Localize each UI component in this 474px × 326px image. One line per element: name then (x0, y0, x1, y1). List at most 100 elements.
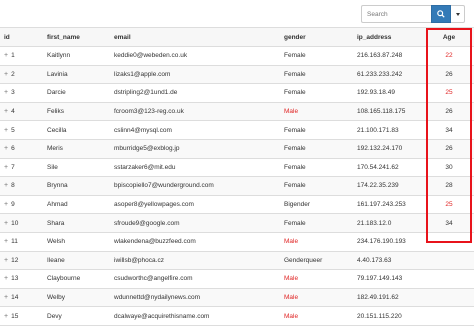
plus-icon[interactable]: + (4, 52, 8, 59)
row-id: 13 (11, 275, 19, 283)
cell-id: +5 (4, 121, 15, 139)
cell-gender: Male (284, 294, 299, 302)
column-header-first-name[interactable]: first_name (47, 28, 80, 46)
table-row[interactable]: +11 Welsh wlakendena@buzzfeed.com Male 234.1… (0, 233, 474, 252)
row-id: 5 (11, 126, 15, 134)
cell-id: +13 (4, 270, 18, 288)
cell-ip-address: 4.40.173.63 (357, 256, 392, 264)
plus-icon[interactable]: + (4, 89, 8, 96)
column-header-ip-address[interactable]: ip_address (357, 28, 391, 46)
search-icon (437, 10, 445, 18)
search-input[interactable] (361, 5, 431, 23)
cell-first-name: Sile (47, 163, 58, 171)
cell-ip-address: 234.176.190.193 (357, 238, 406, 246)
row-id: 7 (11, 163, 15, 171)
plus-icon[interactable]: + (4, 127, 8, 134)
cell-id: +1 (4, 47, 15, 65)
cell-ip-address: 79.197.149.143 (357, 275, 403, 283)
row-id: 8 (11, 182, 15, 190)
cell-email: cslinn4@mysql.com (114, 126, 172, 134)
plus-icon[interactable]: + (4, 275, 8, 282)
cell-gender: Male (284, 275, 299, 283)
column-header-email[interactable]: email (114, 28, 131, 46)
cell-id: +2 (4, 66, 15, 84)
cell-age (430, 252, 468, 270)
cell-ip-address: 61.233.233.242 (357, 70, 403, 78)
cell-email: asoper8@yellowpages.com (114, 201, 194, 209)
cell-email: wdunnettd@nydailynews.com (114, 294, 201, 302)
caret-down-icon (455, 12, 460, 16)
cell-age: 30 (445, 163, 453, 171)
column-header-id[interactable]: id (4, 28, 10, 46)
cell-age: 25 (445, 89, 453, 97)
table-row[interactable]: +8 Brynna bpiscopiello7@wunderground.com Fe… (0, 177, 474, 196)
plus-icon[interactable]: + (4, 294, 8, 301)
cell-age: 28 (445, 182, 453, 190)
cell-id: +12 (4, 252, 18, 270)
row-id: 15 (11, 312, 19, 320)
cell-first-name: Lavinia (47, 70, 68, 78)
row-id: 4 (11, 108, 15, 116)
cell-ip-address: 174.22.35.239 (357, 182, 399, 190)
cell-gender: Female (284, 163, 306, 171)
cell-first-name: Meris (47, 145, 63, 153)
cell-id: +10 (4, 214, 18, 232)
table-row[interactable]: +9 Ahmad asoper8@yellowpages.com Bigender 16… (0, 196, 474, 215)
cell-ip-address: 108.165.118.175 (357, 108, 406, 116)
cell-gender: Female (284, 182, 306, 190)
columns-dropdown-button[interactable] (451, 5, 465, 23)
cell-id: +15 (4, 307, 18, 325)
cell-gender: Female (284, 219, 306, 227)
plus-icon[interactable]: + (4, 257, 8, 264)
plus-icon[interactable]: + (4, 108, 8, 115)
plus-icon[interactable]: + (4, 71, 8, 78)
cell-age: 34 (445, 219, 453, 227)
plus-icon[interactable]: + (4, 164, 8, 171)
plus-icon[interactable]: + (4, 145, 8, 152)
table-row[interactable]: +2 Lavinia lizaks1@apple.com Female 61.233.2… (0, 65, 474, 85)
table-row[interactable]: +12 Ileane iwillsb@phoca.cz Genderqueer 4.40… (0, 251, 474, 271)
cell-gender: Female (284, 89, 306, 97)
plus-icon[interactable]: + (4, 201, 8, 208)
cell-first-name: Ahmad (47, 201, 68, 209)
cell-email: keddie0@webeden.co.uk (114, 52, 188, 60)
cell-age (430, 289, 468, 307)
cell-gender: Bigender (284, 201, 311, 209)
row-id: 12 (11, 256, 19, 264)
table-row[interactable]: +15 Devy dcalwaye@acquirethisname.com Male 2… (0, 307, 474, 326)
plus-icon[interactable]: + (4, 238, 8, 245)
cell-id: +4 (4, 103, 15, 121)
row-id: 3 (11, 89, 15, 97)
table-row[interactable]: +7 Sile sstarzaker6@mit.edu Female 170.54.24… (0, 159, 474, 178)
cell-id: +11 (4, 233, 18, 251)
search-button[interactable] (431, 5, 451, 23)
cell-id: +14 (4, 289, 18, 307)
table-row[interactable]: +4 Feliks fcroom3@123-reg.co.uk Male 108.165… (0, 102, 474, 122)
table-row[interactable]: +14 Welby wdunnettd@nydailynews.com Male 182… (0, 288, 474, 308)
plus-icon[interactable]: + (4, 220, 8, 227)
plus-icon[interactable]: + (4, 313, 8, 320)
table-row[interactable]: +1 Kaitlynn keddie0@webeden.co.uk Female 216… (0, 47, 474, 66)
cell-age: 34 (445, 126, 453, 134)
cell-gender: Male (284, 312, 299, 320)
column-header-gender[interactable]: gender (284, 28, 306, 46)
cell-gender: Female (284, 126, 306, 134)
cell-age: 26 (445, 145, 453, 153)
data-grid: id first_name email gender ip_address Ag… (0, 27, 474, 326)
cell-ip-address: 216.163.87.248 (357, 52, 403, 60)
table-row[interactable]: +13 Claybourne csudworthc@angelfire.com Mal… (0, 270, 474, 289)
table-row[interactable]: +5 Cecilla cslinn4@mysql.com Female 21.100.1… (0, 121, 474, 140)
column-header-age[interactable]: Age (430, 28, 468, 46)
cell-gender: Female (284, 70, 306, 78)
table-row[interactable]: +6 Meris mburridge5@exblog.jp Female 192.132… (0, 139, 474, 159)
cell-email: bpiscopiello7@wunderground.com (114, 182, 214, 190)
cell-age: 26 (445, 108, 453, 116)
cell-first-name: Claybourne (47, 275, 81, 283)
cell-ip-address: 161.197.243.253 (357, 201, 406, 209)
table-body: +1 Kaitlynn keddie0@webeden.co.uk Female 216… (0, 47, 474, 326)
plus-icon[interactable]: + (4, 182, 8, 189)
cell-email: wlakendena@buzzfeed.com (114, 238, 196, 246)
cell-email: sstarzaker6@mit.edu (114, 163, 176, 171)
table-row[interactable]: +3 Darcie dstripling2@1und1.de Female 192.93… (0, 84, 474, 103)
table-row[interactable]: +10 Shara sfroude9@google.com Female 21.183.… (0, 214, 474, 233)
